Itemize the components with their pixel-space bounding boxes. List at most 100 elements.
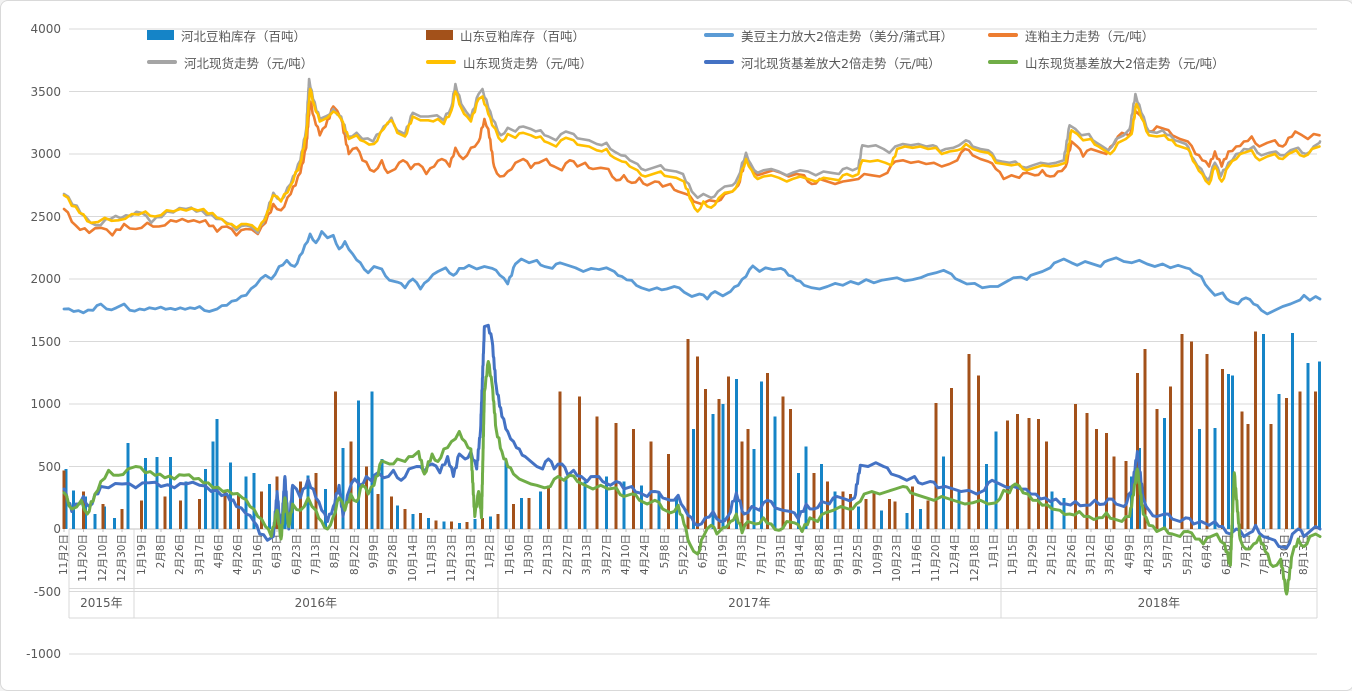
bar-shandong-inventory xyxy=(1006,420,1010,530)
bar-hebei-inventory xyxy=(734,379,738,529)
bar-hebei-inventory xyxy=(539,491,543,529)
x-tick-label: 3月17日 xyxy=(193,534,206,576)
x-tick-label: 4月6日 xyxy=(213,534,225,569)
bar-shandong-inventory xyxy=(236,494,240,529)
bar-shandong-inventory xyxy=(419,512,422,530)
x-tick-label: 6月18日 xyxy=(1220,534,1233,576)
legend-line-swatch-icon xyxy=(988,33,1018,37)
bar-shandong-inventory xyxy=(298,481,302,529)
x-tick-label: 6月4日 xyxy=(1201,534,1214,569)
bar-hebei-inventory xyxy=(244,476,248,529)
x-tick-label: 1月19日 xyxy=(135,534,148,576)
bar-hebei-inventory xyxy=(519,497,523,530)
bar-shandong-inventory xyxy=(911,486,915,529)
bar-shandong-inventory xyxy=(1298,391,1302,529)
bar-shandong-inventory xyxy=(893,501,897,529)
bar-shandong-inventory xyxy=(198,499,202,529)
bar-shandong-inventory xyxy=(1180,334,1184,529)
bar-hebei-inventory xyxy=(215,419,219,529)
bar-shandong-inventory xyxy=(101,504,105,529)
bar-hebei-inventory xyxy=(820,464,824,529)
x-tick-label: 7月30日 xyxy=(1278,534,1291,576)
bar-hebei-inventory xyxy=(1306,362,1310,530)
bar-shandong-inventory xyxy=(1044,441,1048,529)
y-tick-label: 500 xyxy=(38,459,61,474)
bar-hebei-inventory xyxy=(1261,334,1265,529)
bar-shandong-inventory xyxy=(977,375,980,529)
bar-shandong-inventory xyxy=(1314,391,1318,529)
bar-hebei-inventory xyxy=(411,514,415,529)
bar-hebei-inventory xyxy=(796,472,800,530)
x-tick-label: 5月21日 xyxy=(1181,534,1194,576)
legend-label: 河北现货走势（元/吨） xyxy=(184,55,314,71)
bar-shandong-inventory xyxy=(727,376,731,529)
line-shandong-spot xyxy=(62,87,1321,232)
x-tick-label: 12月30日 xyxy=(116,534,129,582)
bar-hebei-inventory xyxy=(639,485,643,530)
bar-hebei-inventory xyxy=(583,481,587,529)
legend-item-hebei_inventory: 河北豆粕库存（百吨） xyxy=(147,28,306,44)
bar-hebei-inventory xyxy=(473,519,477,529)
bar-shandong-inventory xyxy=(546,485,550,530)
legend-line-swatch-icon xyxy=(988,60,1018,64)
x-tick-label: 10月14日 xyxy=(406,534,419,582)
bar-hebei-inventory xyxy=(211,441,215,529)
y-tick-label: 4000 xyxy=(30,22,61,36)
x-tick-label: 2月27日 xyxy=(561,534,574,576)
bar-shandong-inventory xyxy=(481,517,484,530)
bar-hebei-inventory xyxy=(488,516,492,529)
bar-shandong-inventory xyxy=(1269,424,1273,529)
legend-label: 山东现货基差放大2倍走势（元/吨） xyxy=(1025,55,1225,71)
bar-hebei-inventory xyxy=(184,481,188,529)
bar-hebei-inventory xyxy=(804,446,808,529)
legend-bar-swatch-icon xyxy=(147,30,174,40)
bar-shandong-inventory xyxy=(949,387,953,530)
bar-shandong-inventory xyxy=(1285,397,1289,530)
bar-shandong-inventory xyxy=(696,356,700,529)
legend-label: 连粕主力走势（元/吨） xyxy=(1025,28,1155,44)
bar-shandong-inventory xyxy=(496,514,500,529)
x-tick-label: 4月9日 xyxy=(1123,534,1136,569)
bar-shandong-inventory xyxy=(1205,354,1209,529)
bar-hebei-inventory xyxy=(395,505,399,530)
bar-hebei-inventory xyxy=(504,460,508,529)
bar-hebei-inventory xyxy=(72,490,76,530)
bar-hebei-inventory xyxy=(155,457,159,529)
x-tick-label: 2月12日 xyxy=(1046,534,1059,576)
bar-hebei-inventory xyxy=(773,416,777,529)
bar-shandong-inventory xyxy=(1155,409,1159,529)
x-tick-label: 9月28日 xyxy=(387,534,400,576)
y-tick-label: 0 xyxy=(53,522,61,536)
bar-shandong-inventory xyxy=(872,491,876,529)
x-tick-label: 2月26日 xyxy=(174,534,187,576)
bar-hebei-inventory xyxy=(229,462,233,529)
year-label: 2015年 xyxy=(80,596,123,610)
bar-shandong-inventory xyxy=(812,472,816,530)
bar-shandong-inventory xyxy=(1168,386,1172,529)
x-tick-label: 7月16日 xyxy=(1259,534,1272,576)
x-tick-label: 12月10日 xyxy=(96,534,109,582)
bar-hebei-inventory xyxy=(1050,491,1054,529)
x-tick-label: 2月8日 xyxy=(154,534,167,569)
bar-hebei-inventory xyxy=(721,404,725,529)
bar-hebei-inventory xyxy=(442,521,446,529)
bar-shandong-inventory xyxy=(841,491,845,529)
x-tick-label: 3月13日 xyxy=(581,534,594,576)
bar-hebei-inventory xyxy=(357,400,360,530)
bar-shandong-inventory xyxy=(1085,412,1089,530)
bar-hebei-inventory xyxy=(169,457,173,529)
bar-shandong-inventory xyxy=(765,372,769,530)
legend-item-shandong_spot: 山东现货走势（元/吨） xyxy=(426,55,592,71)
legend-label: 河北现货基差放大2倍走势（元/吨） xyxy=(741,55,941,71)
bar-shandong-inventory xyxy=(1027,417,1031,530)
bar-hebei-inventory xyxy=(1318,361,1321,529)
bar-shandong-inventory xyxy=(1104,432,1108,530)
x-tick-label: 5月16日 xyxy=(251,534,264,576)
bar-hebei-inventory xyxy=(143,457,147,529)
legend-line-swatch-icon xyxy=(704,60,734,64)
x-tick-label: 8月13日 xyxy=(1298,534,1310,576)
x-tick-label: 6月19日 xyxy=(716,534,729,576)
legend-line-swatch-icon xyxy=(426,60,456,64)
bar-shandong-inventory xyxy=(1143,349,1147,529)
bar-shandong-inventory xyxy=(389,496,393,529)
